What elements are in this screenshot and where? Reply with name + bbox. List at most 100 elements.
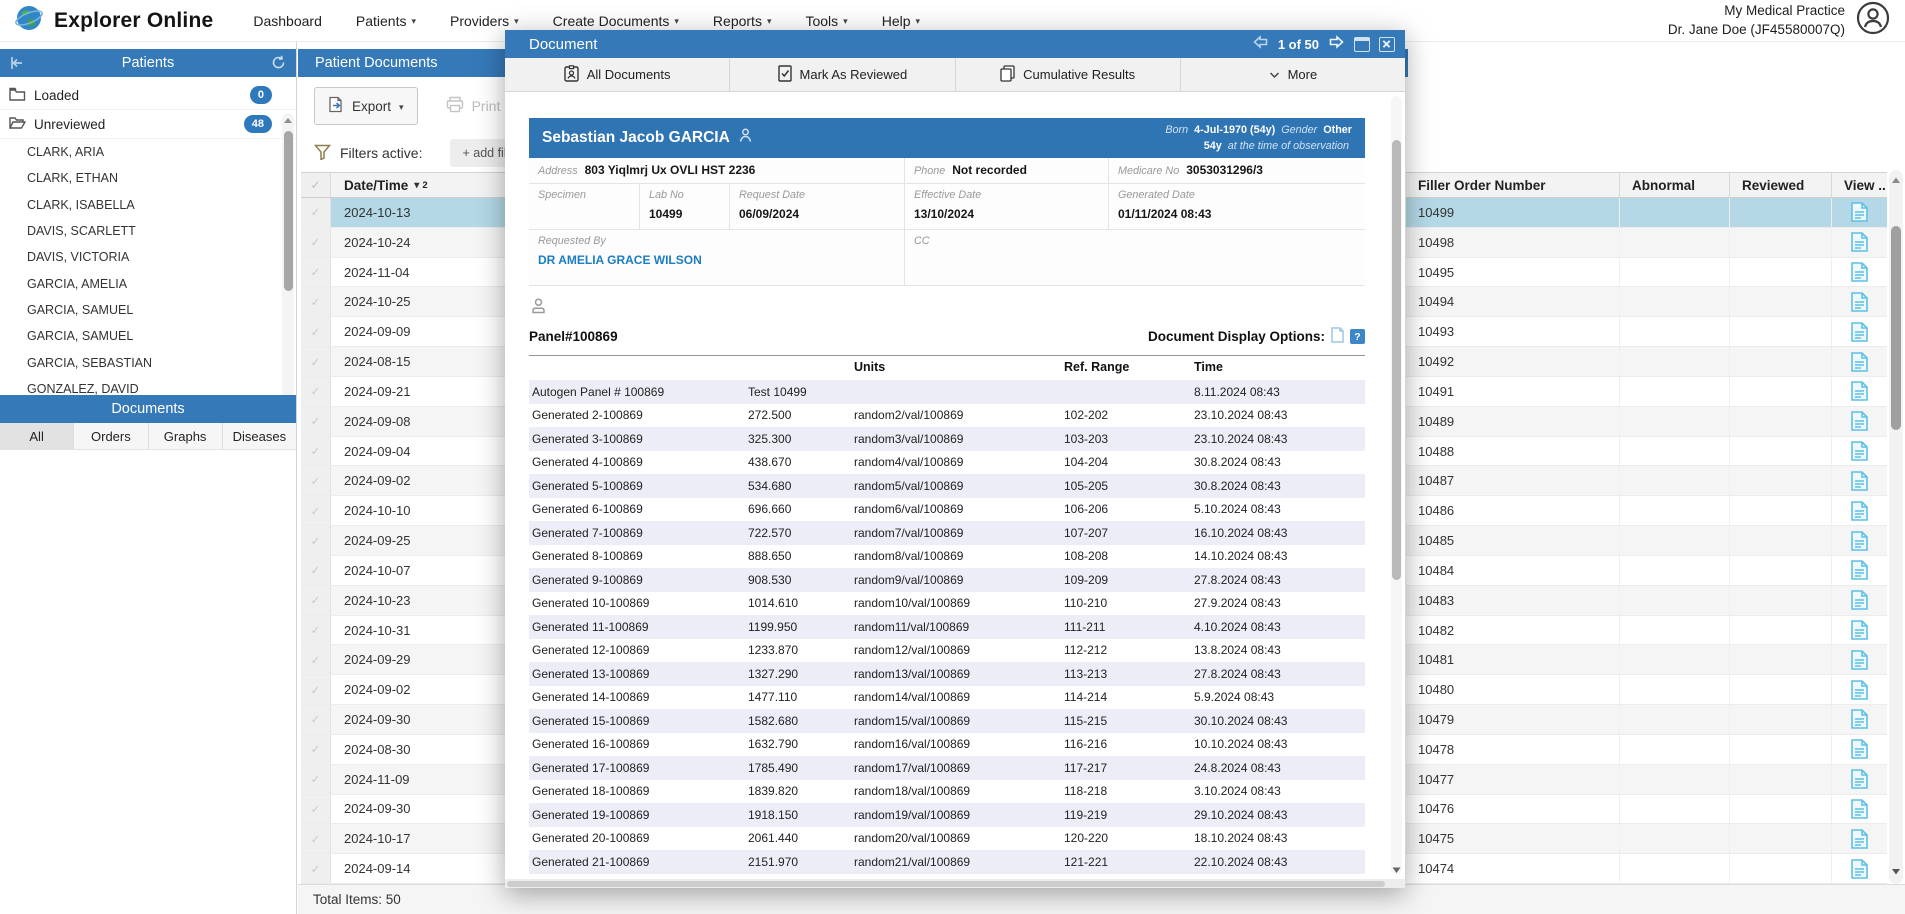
result-row[interactable]: Generated 9-100869908.530random9/val/100… bbox=[529, 568, 1365, 592]
dialog-scrollbar-thumb[interactable] bbox=[1392, 140, 1401, 580]
result-row[interactable]: Generated 15-1008691582.680random15/val/… bbox=[529, 709, 1365, 733]
column-reviewed[interactable]: Reviewed bbox=[1730, 173, 1832, 197]
result-row[interactable]: Generated 5-100869534.680random5/val/100… bbox=[529, 474, 1365, 498]
collapse-sidebar-icon[interactable] bbox=[9, 55, 25, 75]
view-document-icon[interactable] bbox=[1832, 496, 1887, 525]
documents-tab-graphs[interactable]: Graphs bbox=[149, 423, 223, 449]
sidebar-scrollbar[interactable] bbox=[282, 113, 294, 413]
page-view-option-icon[interactable] bbox=[1331, 327, 1344, 346]
order-row[interactable]: 10475 bbox=[1406, 824, 1887, 854]
order-row[interactable]: 10498 bbox=[1406, 228, 1887, 258]
mark-as-reviewed-button[interactable]: Mark As Reviewed bbox=[730, 58, 955, 91]
dialog-hscrollbar-thumb[interactable] bbox=[507, 881, 1385, 887]
view-document-icon[interactable] bbox=[1832, 556, 1887, 585]
dialog-scrollbar[interactable] bbox=[1391, 96, 1402, 874]
order-row[interactable]: 10474 bbox=[1406, 854, 1887, 884]
view-document-icon[interactable] bbox=[1832, 287, 1887, 316]
documents-tab-all[interactable]: All bbox=[0, 423, 74, 449]
result-row[interactable]: Generated 13-1008691327.290random13/val/… bbox=[529, 662, 1365, 686]
export-button[interactable]: Export ▾ bbox=[314, 87, 418, 125]
result-row[interactable]: Generated 4-100869438.670random4/val/100… bbox=[529, 451, 1365, 475]
order-row[interactable]: 10481 bbox=[1406, 645, 1887, 675]
view-document-icon[interactable] bbox=[1832, 466, 1887, 495]
view-document-icon[interactable] bbox=[1832, 705, 1887, 734]
view-document-icon[interactable] bbox=[1832, 586, 1887, 615]
order-row[interactable]: 10485 bbox=[1406, 526, 1887, 556]
result-row[interactable]: Generated 19-1008691918.150random19/val/… bbox=[529, 803, 1365, 827]
order-row[interactable]: 10477 bbox=[1406, 765, 1887, 795]
view-document-icon[interactable] bbox=[1832, 824, 1887, 853]
result-row[interactable]: Generated 21-1008692151.970random21/val/… bbox=[529, 850, 1365, 874]
patient-list-item[interactable]: GARCIA, SEBASTIAN bbox=[0, 349, 296, 375]
nav-item-reports[interactable]: Reports▾ bbox=[713, 13, 772, 29]
patient-list-item[interactable]: CLARK, ARIA bbox=[0, 139, 296, 165]
close-dialog-icon[interactable] bbox=[1379, 37, 1395, 52]
result-row[interactable]: Generated 18-1008691839.820random18/val/… bbox=[529, 780, 1365, 804]
column-abnormal[interactable]: Abnormal bbox=[1620, 173, 1730, 197]
patient-list-item[interactable]: DAVIS, VICTORIA bbox=[0, 244, 296, 270]
patient-list-item[interactable]: GARCIA, AMELIA bbox=[0, 270, 296, 296]
order-row[interactable]: 10493 bbox=[1406, 317, 1887, 347]
view-document-icon[interactable] bbox=[1832, 437, 1887, 466]
folder-unreviewed[interactable]: Unreviewed 48 bbox=[0, 110, 296, 139]
order-row[interactable]: 10483 bbox=[1406, 586, 1887, 616]
nav-item-create-documents[interactable]: Create Documents▾ bbox=[553, 13, 679, 29]
view-document-icon[interactable] bbox=[1832, 616, 1887, 645]
view-document-icon[interactable] bbox=[1832, 258, 1887, 287]
result-row[interactable]: Generated 10-1008691014.610random10/val/… bbox=[529, 592, 1365, 616]
cumulative-results-button[interactable]: Cumulative Results bbox=[956, 58, 1181, 91]
prev-document-icon[interactable] bbox=[1252, 35, 1269, 54]
nav-item-providers[interactable]: Providers▾ bbox=[450, 13, 519, 29]
order-row[interactable]: 10486 bbox=[1406, 496, 1887, 526]
result-row[interactable]: Generated 3-100869325.300random3/val/100… bbox=[529, 427, 1365, 451]
all-documents-button[interactable]: All Documents bbox=[505, 58, 730, 91]
refresh-icon[interactable] bbox=[270, 54, 287, 75]
grid-scrollbar-thumb[interactable] bbox=[1891, 226, 1901, 430]
result-row[interactable]: Generated 12-1008691233.870random12/val/… bbox=[529, 639, 1365, 663]
result-row[interactable]: Generated 16-1008691632.790random16/val/… bbox=[529, 733, 1365, 757]
documents-tab-diseases[interactable]: Diseases bbox=[223, 423, 296, 449]
order-row[interactable]: 10484 bbox=[1406, 556, 1887, 586]
result-row[interactable]: Autogen Panel # 100869Test 104998.11.202… bbox=[529, 380, 1365, 404]
view-document-icon[interactable] bbox=[1832, 645, 1887, 674]
view-document-icon[interactable] bbox=[1832, 795, 1887, 824]
order-row[interactable]: 10488 bbox=[1406, 437, 1887, 467]
maximize-window-icon[interactable] bbox=[1354, 37, 1370, 52]
next-document-icon[interactable] bbox=[1328, 35, 1345, 54]
order-row[interactable]: 10489 bbox=[1406, 407, 1887, 437]
dialog-title-bar[interactable]: Document 1 of 50 bbox=[505, 30, 1405, 58]
order-row[interactable]: 10479 bbox=[1406, 705, 1887, 735]
sidebar-scrollbar-thumb[interactable] bbox=[284, 131, 293, 291]
result-row[interactable]: Generated 2-100869272.500random2/val/100… bbox=[529, 404, 1365, 428]
patient-list-item[interactable]: CLARK, ISABELLA bbox=[0, 192, 296, 218]
result-row[interactable]: Generated 6-100869696.660random6/val/100… bbox=[529, 498, 1365, 522]
user-avatar-icon[interactable] bbox=[1855, 0, 1891, 41]
view-document-icon[interactable] bbox=[1832, 377, 1887, 406]
order-row[interactable]: 10499 bbox=[1406, 198, 1887, 228]
provider-person-icon[interactable] bbox=[531, 298, 1365, 319]
nav-item-dashboard[interactable]: Dashboard bbox=[253, 13, 322, 29]
more-button[interactable]: More bbox=[1181, 58, 1405, 91]
requested-by-link[interactable]: DR AMELIA GRACE WILSON bbox=[538, 253, 702, 267]
order-row[interactable]: 10494 bbox=[1406, 287, 1887, 317]
documents-tab-orders[interactable]: Orders bbox=[74, 423, 148, 449]
patient-person-icon[interactable] bbox=[739, 128, 752, 148]
view-document-icon[interactable] bbox=[1832, 228, 1887, 257]
order-row[interactable]: 10478 bbox=[1406, 735, 1887, 765]
view-document-icon[interactable] bbox=[1832, 735, 1887, 764]
account-area[interactable]: My Medical Practice Dr. Jane Doe (JF4558… bbox=[1668, 0, 1891, 41]
order-row[interactable]: 10482 bbox=[1406, 616, 1887, 646]
select-all-check-icon[interactable]: ✓ bbox=[301, 173, 331, 197]
patient-list-item[interactable]: GARCIA, SAMUEL bbox=[0, 323, 296, 349]
order-row[interactable]: 10487 bbox=[1406, 466, 1887, 496]
result-row[interactable]: Generated 8-100869888.650random8/val/100… bbox=[529, 545, 1365, 569]
grid-vertical-scrollbar[interactable] bbox=[1889, 170, 1903, 884]
view-document-icon[interactable] bbox=[1832, 854, 1887, 883]
column-filler-order-number[interactable]: Filler Order Number bbox=[1406, 173, 1620, 197]
view-document-icon[interactable] bbox=[1832, 347, 1887, 376]
result-row[interactable]: Generated 14-1008691477.110random14/val/… bbox=[529, 686, 1365, 710]
result-row[interactable]: Generated 7-100869722.570random7/val/100… bbox=[529, 521, 1365, 545]
nav-item-patients[interactable]: Patients▾ bbox=[356, 13, 416, 29]
order-row[interactable]: 10480 bbox=[1406, 675, 1887, 705]
view-document-icon[interactable] bbox=[1832, 765, 1887, 794]
